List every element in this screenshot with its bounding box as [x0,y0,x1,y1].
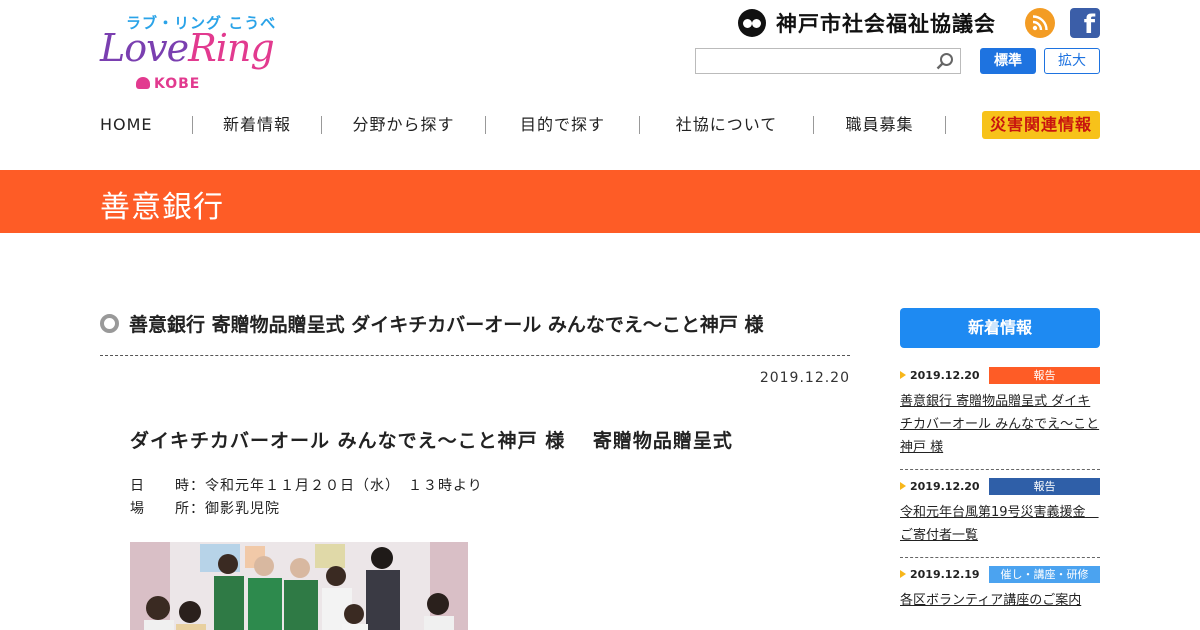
heart-icon [136,77,150,89]
font-size-large-button[interactable]: 拡大 [1044,48,1100,74]
news-link[interactable]: 各区ボランティア講座のご案内 [900,589,1100,612]
logo-word-love: Love [100,26,189,70]
triangle-bullet-icon [900,570,906,578]
news-link[interactable]: 善意銀行 寄贈物品贈呈式 ダイキチカバーオール みんなでえ～こと神戸 様 [900,390,1100,459]
article-title: 善意銀行 寄贈物品贈呈式 ダイキチカバーオール みんなでえ～こと神戸 様 [129,313,764,336]
logo-wordmark: LoveRing [100,26,275,70]
nav-by-purpose[interactable]: 目的で探す [486,115,639,135]
logo-kobe: KOBE [154,76,201,92]
article: 善意銀行 寄贈物品贈呈式 ダイキチカバーオール みんなでえ～こと神戸 様 201… [100,305,850,630]
news-link[interactable]: 令和元年台風第19号災害義援金 ご寄付者一覧 [900,501,1100,547]
article-subtitle: ダイキチカバーオール みんなでえ～こと神戸 様 寄贈物品贈呈式 [130,430,733,452]
sidebar: 新着情報 2019.12.20 報告 善意銀行 寄贈物品贈呈式 ダイキチカバーオ… [900,308,1100,608]
article-date: 2019.12.20 [759,370,850,386]
org-emblem-icon [738,9,766,37]
font-size-standard-button[interactable]: 標準 [980,48,1036,74]
circle-bullet-icon [100,313,119,333]
org-logo[interactable]: 神戸市社会福祉協議会 [738,8,996,38]
page-title: 善意銀行 [100,190,224,225]
news-category-badge: 報告 [989,477,1100,495]
facebook-icon[interactable]: f [1070,8,1100,38]
logo-word-ring: Ring [188,26,275,70]
site-logo[interactable]: ラブ・リング こうべ LoveRing KOBE [100,12,295,94]
news-category-badge: 報告 [989,366,1100,384]
divider [900,557,1100,558]
news-item: 2019.12.19 催し・講座・研修 各区ボランティア講座のご案内 [900,565,1100,612]
nav-divider [945,116,946,134]
rss-icon[interactable] [1025,8,1055,38]
news-item: 2019.12.20 報告 令和元年台風第19号災害義援金 ご寄付者一覧 [900,477,1100,558]
news-item: 2019.12.20 報告 善意銀行 寄贈物品贈呈式 ダイキチカバーオール みん… [900,366,1100,470]
org-name: 神戸市社会福祉協議会 [776,12,996,36]
news-date: 2019.12.19 [910,567,980,581]
divider [900,469,1100,470]
news-category-badge: 催し・講座・研修 [989,565,1100,583]
main-nav: HOME 新着情報 分野から探す 目的で探す 社協について 職員募集 災害関連情… [100,110,1100,140]
nav-disaster-info[interactable]: 災害関連情報 [981,111,1100,139]
sidebar-heading: 新着情報 [900,308,1100,348]
triangle-bullet-icon [900,371,906,379]
nav-about[interactable]: 社協について [640,115,813,135]
nav-by-field[interactable]: 分野から探す [322,115,485,135]
page-banner: 善意銀行 [0,170,1200,233]
nav-home[interactable]: HOME [100,115,170,135]
nav-news[interactable]: 新着情報 [193,115,321,135]
divider [100,355,850,356]
nav-recruit[interactable]: 職員募集 [814,115,945,135]
news-date: 2019.12.20 [910,368,980,382]
search-box [695,48,961,74]
triangle-bullet-icon [900,482,906,490]
article-header: 善意銀行 寄贈物品贈呈式 ダイキチカバーオール みんなでえ～こと神戸 様 [100,305,850,341]
article-datetime: 日 時：令和元年１１月２０日（水） １３時より [130,478,483,494]
news-date: 2019.12.20 [910,479,980,493]
article-photo [130,542,468,630]
search-icon[interactable] [936,52,954,70]
search-input[interactable] [696,49,926,73]
article-location: 場 所：御影乳児院 [130,501,280,517]
